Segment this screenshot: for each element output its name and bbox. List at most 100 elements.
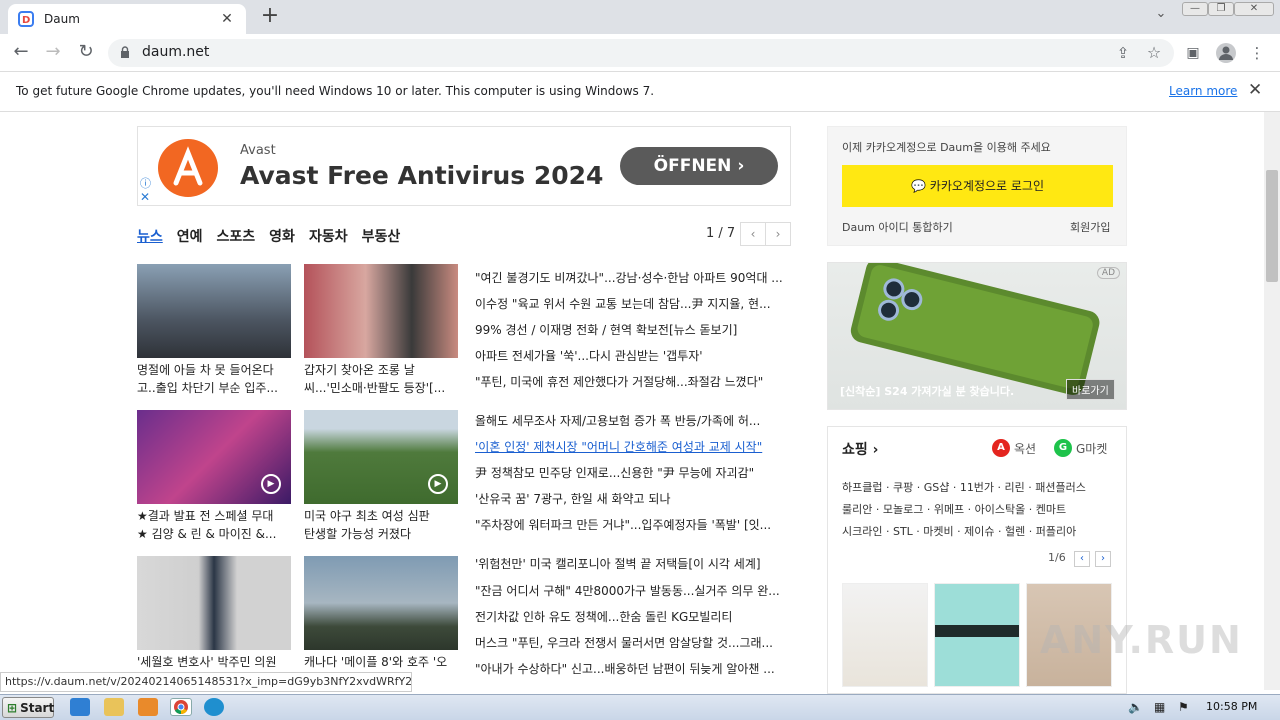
news-next-button[interactable]: ›: [765, 222, 791, 246]
news-thumbnail: ▶: [137, 410, 291, 504]
news-thumbnail: [137, 556, 291, 650]
tab-search-icon[interactable]: ⌄: [1150, 6, 1172, 24]
shopping-mall-list[interactable]: 시크라인 · STL · 마켓비 · 제이슈 · 헐렌 · 퍼플리아: [842, 523, 1076, 539]
volume-icon[interactable]: 🔈: [1128, 700, 1143, 714]
gmarket-link[interactable]: G G마켓: [1054, 439, 1107, 457]
ie-taskbar-icon[interactable]: [70, 698, 90, 716]
news-thumbnail: [304, 264, 458, 358]
menu-kebab-icon[interactable]: ⋮: [1246, 43, 1268, 65]
play-icon[interactable]: ▶: [428, 474, 448, 494]
headline-link[interactable]: 99% 경선 / 이재명 전화 / 현역 확보전[뉴스 돋보기]: [475, 321, 791, 339]
headline-link[interactable]: "주차장에 워터파크 만든 거냐"...입주예정자들 '폭발' [잇...: [475, 516, 791, 534]
share-icon[interactable]: ⇪: [1112, 43, 1134, 65]
bookmark-star-icon[interactable]: ☆: [1143, 43, 1165, 65]
play-icon[interactable]: ▶: [261, 474, 281, 494]
ad-close-icon[interactable]: ✕: [140, 190, 150, 204]
side-panel-icon[interactable]: ▣: [1182, 43, 1204, 65]
media-player-taskbar-icon[interactable]: [138, 698, 158, 716]
news-page-indicator: 1 / 7: [706, 226, 736, 241]
shopping-mall-list[interactable]: 하프클럽 · 쿠팡 · GS샵 · 11번가 · 리린 · 패션플러스: [842, 479, 1086, 495]
headline-link[interactable]: "아내가 수상하다" 신고...배웅하던 남편이 뒤늦게 알아챈 ...: [475, 660, 791, 678]
headline-link[interactable]: "푸틴, 미국에 휴전 제안했다가 거절당해...좌절감 느꼈다": [475, 373, 791, 391]
shopping-prev-button[interactable]: ‹: [1074, 551, 1090, 567]
news-card[interactable]: 명절에 아들 차 못 들어온다 고..출입 차단기 부순 입주...: [137, 264, 291, 397]
new-tab-button[interactable]: +: [258, 5, 282, 28]
minimize-button[interactable]: —: [1182, 2, 1208, 16]
explorer-taskbar-icon[interactable]: [104, 698, 124, 716]
tab-sports[interactable]: 스포츠: [217, 226, 256, 246]
headline-link[interactable]: 머스크 "푸틴, 우크라 전쟁서 물러서면 암살당할 것...그래...: [475, 634, 791, 652]
promo-text: [신착순] S24 가져가실 분 찾습니다.: [840, 385, 1015, 398]
lock-icon: [121, 46, 129, 58]
scrollbar-thumb[interactable]: [1266, 170, 1278, 282]
back-icon[interactable]: ←: [10, 42, 32, 64]
restore-button[interactable]: ❐: [1208, 2, 1234, 16]
news-card[interactable]: 캐나다 '메이플 8'와 호주 '오: [304, 556, 458, 671]
news-card-caption: 고..출입 차단기 부순 입주...: [137, 381, 278, 395]
ad-brand: Avast: [240, 143, 276, 158]
chrome-taskbar-icon[interactable]: [170, 698, 192, 716]
shopping-next-button[interactable]: ›: [1095, 551, 1111, 567]
headline-link[interactable]: 尹 정책참모 민주당 인재로...신용한 "尹 무능에 자괴감": [475, 464, 791, 482]
tab-entertainment[interactable]: 연예: [177, 226, 203, 246]
news-card-caption: 캐나다 '메이플 8'와 호주 '오: [304, 655, 448, 669]
shopping-mall-list[interactable]: 룰리안 · 모놀로그 · 위메프 · 아이스탁올 · 켄마트: [842, 501, 1066, 517]
news-prev-button[interactable]: ‹: [740, 222, 766, 246]
tab-realestate[interactable]: 부동산: [362, 226, 401, 246]
news-card-caption: 탄생할 가능성 커졌다: [304, 527, 411, 541]
news-card[interactable]: ▶ 미국 야구 최초 여성 심판 탄생할 가능성 커졌다: [304, 410, 458, 543]
infobar-close-icon[interactable]: ✕: [1248, 80, 1262, 100]
edge-taskbar-icon[interactable]: [204, 698, 224, 716]
headline-link[interactable]: '산유국 꿈' 7광구, 한일 새 화약고 되나: [475, 490, 791, 508]
headline-link[interactable]: 아파트 전세가율 '쑥'...다시 관심받는 '갭투자': [475, 347, 791, 365]
news-card-caption: 갑자기 찾아온 조롱 날: [304, 363, 415, 377]
tab-movie[interactable]: 영화: [269, 226, 295, 246]
ad-cta-label: ÖFFNEN: [653, 156, 732, 176]
headline-link[interactable]: 이수정 "육교 위서 수원 교통 보는데 참담...尹 지지율, 현...: [475, 295, 791, 313]
taskbar-clock: 10:58 PM: [1206, 700, 1258, 713]
headline-link-hovered[interactable]: '이혼 인정' 제천시장 "어머니 간호해준 여성과 교제 시작": [475, 438, 791, 456]
headline-link[interactable]: 올해도 세무조사 자제/고용보험 증가 폭 반등/가족에 허...: [475, 412, 791, 430]
avast-ad-banner[interactable]: Avast Avast Free Antivirus 2024 ÖFFNEN ›…: [137, 126, 791, 206]
headline-link[interactable]: 전기차값 인하 유도 정책에...한숨 돌린 KG모빌리티: [475, 608, 791, 626]
reload-icon[interactable]: ↻: [75, 42, 97, 64]
news-thumbnail: [304, 556, 458, 650]
headline-link[interactable]: '위험천만' 미국 캘리포니아 절벽 끝 저택들[이 시각 세계]: [475, 555, 791, 573]
auction-label: 옥션: [1014, 441, 1037, 456]
start-button[interactable]: ⊞ Start: [2, 697, 54, 718]
action-center-icon[interactable]: ⚑: [1178, 700, 1189, 714]
browser-tab-daum[interactable]: D Daum ✕: [8, 4, 246, 34]
headline-link[interactable]: "여긴 불경기도 비껴갔나"...강남·성수·한남 아파트 90억대 ...: [475, 269, 791, 287]
headline-link[interactable]: "잔금 어디서 구해" 4만8000가구 발동동...실거주 의무 완...: [475, 582, 791, 600]
news-card[interactable]: ▶ ★결과 발표 전 스페셜 무대 ★ 김양 & 린 & 마이진 &...: [137, 410, 291, 543]
address-bar[interactable]: [108, 39, 1174, 67]
ad-title: Avast Free Antivirus 2024: [240, 161, 604, 190]
product-thumbnail-bag[interactable]: [842, 583, 928, 687]
galaxy-promo-ad[interactable]: AD [신착순] S24 가져가실 분 찾습니다. 바로가기: [827, 258, 1127, 410]
auction-link[interactable]: A 옥션: [992, 439, 1036, 457]
kakao-login-button[interactable]: 💬 카카오계정으로 로그인: [842, 165, 1113, 207]
shopping-page-indicator: 1/6: [1048, 551, 1066, 564]
tab-car[interactable]: 자동차: [309, 226, 348, 246]
network-icon[interactable]: ▦: [1154, 700, 1165, 714]
ad-info-icon[interactable]: ⓘ: [140, 175, 151, 191]
learn-more-link[interactable]: Learn more: [1169, 84, 1237, 98]
promo-go-button[interactable]: 바로가기: [1066, 379, 1115, 400]
ad-open-button[interactable]: ÖFFNEN ›: [620, 147, 778, 185]
profile-avatar-icon[interactable]: [1215, 42, 1237, 64]
close-tab-icon[interactable]: ✕: [218, 11, 236, 27]
gmarket-label: G마켓: [1076, 441, 1108, 456]
url-text[interactable]: daum.net: [142, 44, 209, 60]
news-card[interactable]: 갑자기 찾아온 조롱 날 씨...'민소매·반팔도 등장'[...: [304, 264, 458, 397]
daum-id-merge-link[interactable]: Daum 아이디 통합하기: [842, 219, 953, 235]
news-thumbnail: [137, 264, 291, 358]
shopping-title[interactable]: 쇼핑 ›: [842, 439, 878, 459]
news-card[interactable]: '세월호 변호사' 박주민 의원: [137, 556, 291, 671]
signup-link[interactable]: 회원가입: [1070, 219, 1110, 235]
product-thumbnail-jersey[interactable]: [934, 583, 1020, 687]
news-category-tabs: 뉴스 연예 스포츠 영화 자동차 부동산: [137, 226, 400, 246]
link-status-bar: https://v.daum.net/v/20240214065148531?x…: [0, 672, 412, 692]
close-window-button[interactable]: ✕: [1234, 2, 1274, 16]
tab-news[interactable]: 뉴스: [137, 226, 163, 246]
forward-icon[interactable]: →: [42, 42, 64, 64]
